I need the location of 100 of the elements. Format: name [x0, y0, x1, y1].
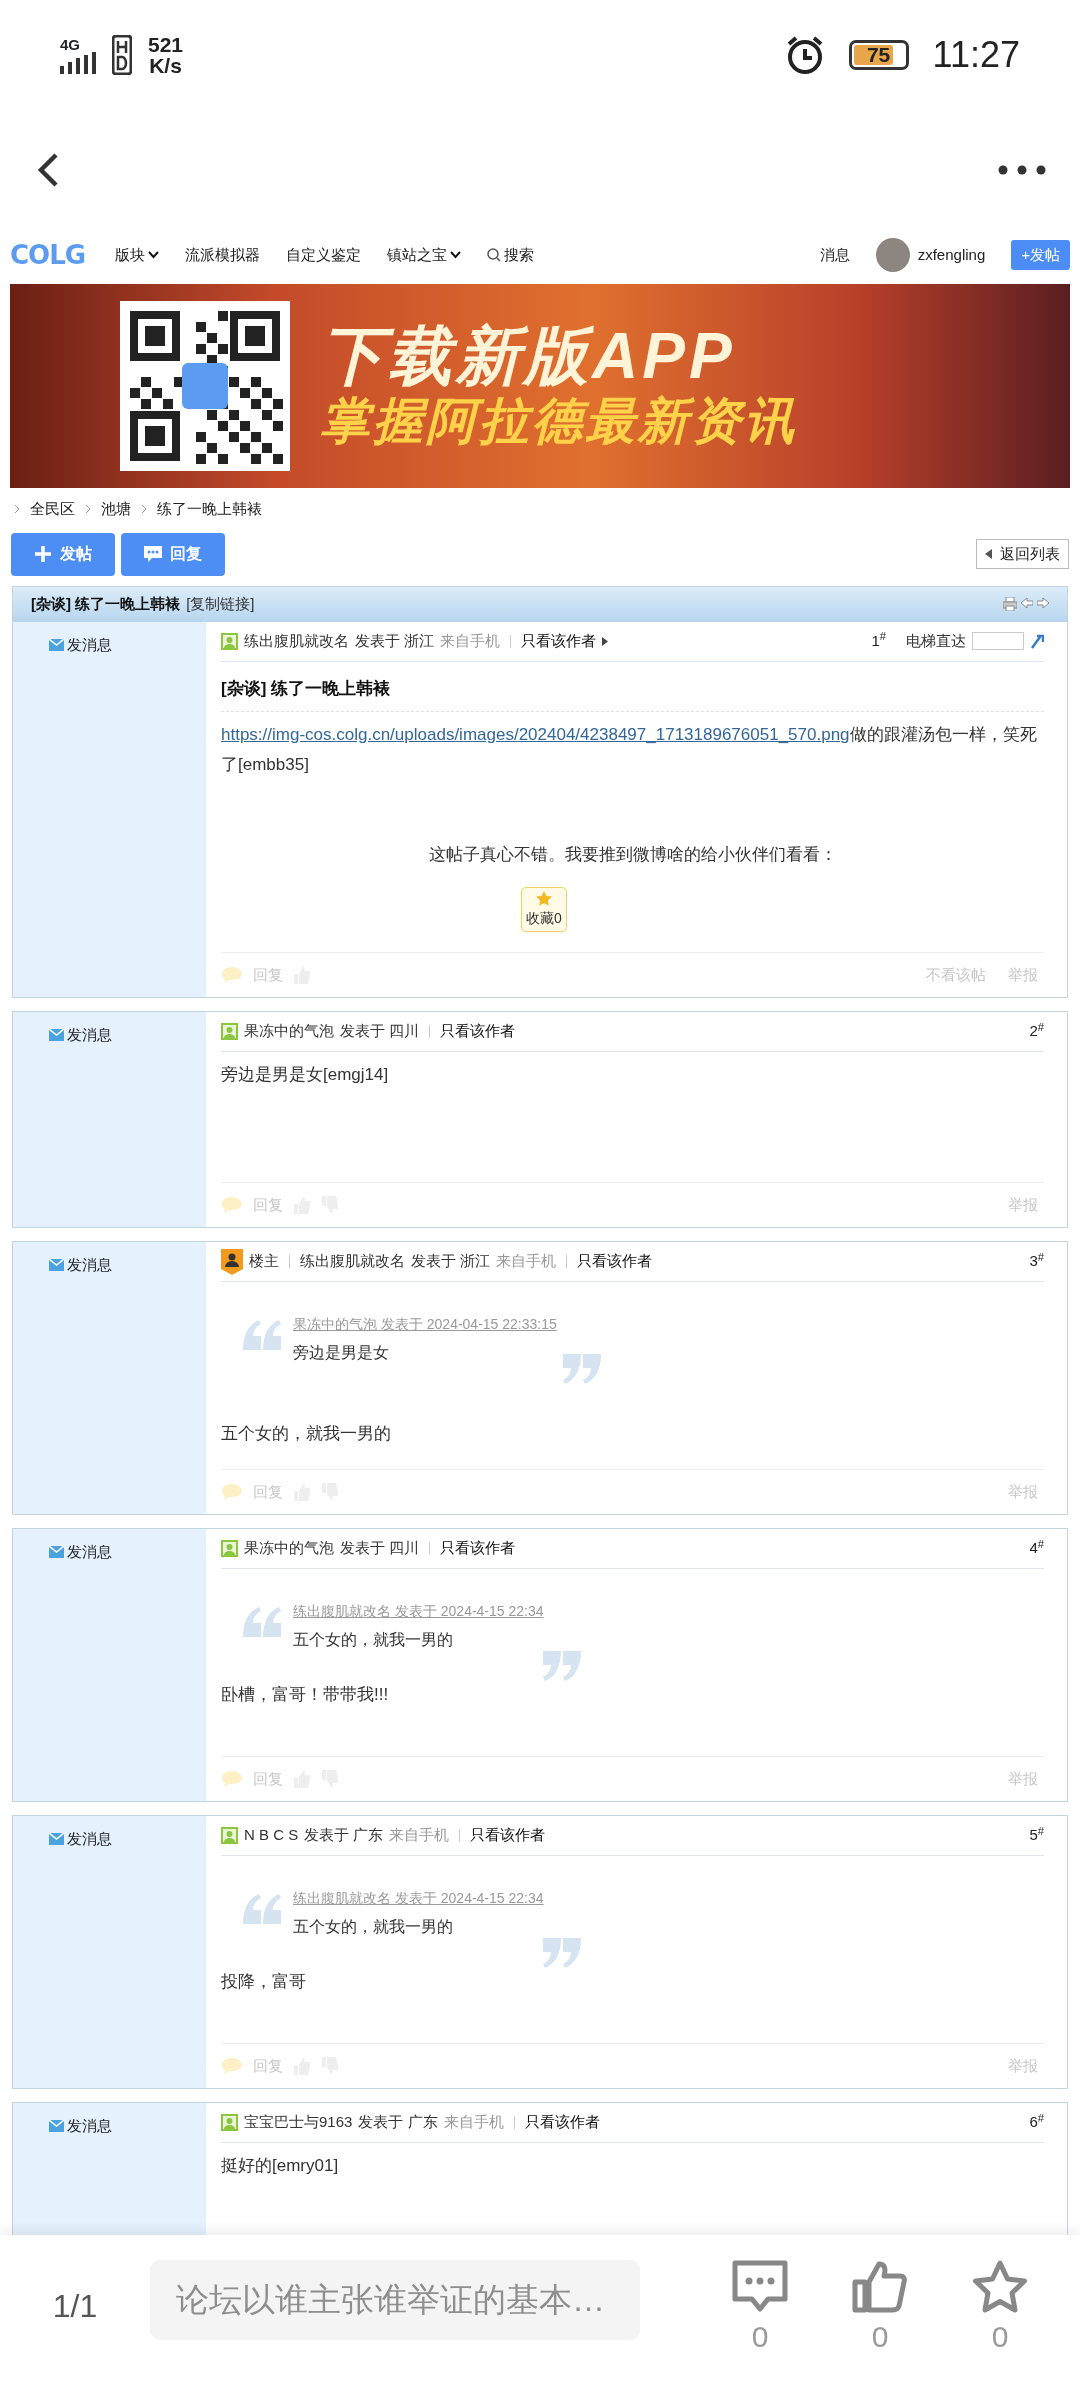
post-text: 挺好的[emry01] [221, 2155, 340, 2177]
send-message-link[interactable]: 发消息 [49, 1254, 112, 1277]
plus-icon [34, 545, 52, 563]
share-prompt: 这帖子真心不错。我要推到微博啥的给小伙伴们看看： [427, 843, 838, 866]
author-link[interactable]: N B C S [244, 1824, 299, 1847]
chevron-icon [85, 504, 91, 515]
nav-link[interactable]: 流派模拟器 [185, 243, 261, 267]
elevator-label: 电梯直达 [906, 630, 966, 651]
chat-icon [144, 546, 162, 562]
envelope-icon [49, 1833, 64, 1846]
author-link[interactable]: 练出腹肌就改名 [244, 629, 349, 653]
open-quote-icon [241, 1605, 283, 1637]
page-indicator: 1/1 [51, 2287, 99, 2326]
favorite-button[interactable]: 收藏0 [521, 887, 567, 932]
post-text: 五个女的，就我一男的 [221, 1423, 392, 1445]
quote-citation: 果冻中的气泡 发表于 2024-04-15 22:33:15 [293, 1315, 558, 1334]
username-link[interactable]: zxfengling [917, 243, 986, 267]
back-to-list-button[interactable]: 返回列表 [976, 539, 1069, 569]
envelope-icon [49, 2120, 64, 2133]
more-icon[interactable] [998, 165, 1046, 175]
floor-number: 2$^{#}$ [1029, 1020, 1044, 1042]
thumbs-up-icon[interactable] [852, 2260, 908, 2316]
only-author-link[interactable]: 只看该作者 [521, 629, 597, 653]
speech-bubble-icon [221, 1483, 243, 1501]
envelope-icon [49, 1029, 64, 1042]
hd-icon [112, 35, 132, 75]
battery-icon: 75 [848, 40, 909, 70]
post-location: 发表于 浙江 [411, 1251, 491, 1272]
author-link[interactable]: 果冻中的气泡 [244, 1020, 334, 1043]
only-author-link[interactable]: 只看该作者 [440, 1020, 516, 1043]
only-author-link[interactable]: 只看该作者 [577, 1250, 653, 1273]
post-location: 发表于 浙江 [355, 630, 435, 651]
floor-number: 6$^{#}$ [1029, 2111, 1044, 2133]
post-title: [杂谈] 练了一晚上韩裱 [221, 671, 1044, 712]
post-location: 发表于 广东 [304, 1825, 384, 1846]
floor-input[interactable] [972, 632, 1024, 650]
triangle-icon [602, 636, 609, 646]
speed-value: 521 [148, 34, 184, 55]
open-quote-icon [241, 1892, 283, 1924]
quote-citation: 练出腹肌就改名 发表于 2024-4-15 22:34 [293, 1602, 545, 1621]
only-author-link[interactable]: 只看该作者 [440, 1537, 516, 1560]
send-message-link[interactable]: 发消息 [49, 1024, 112, 1047]
breadcrumb-link[interactable]: 练了一晚上韩裱 [157, 498, 262, 521]
send-message-link[interactable]: 发消息 [49, 1828, 112, 1851]
star-icon[interactable] [972, 2260, 1028, 2316]
image-link[interactable]: https://img-cos.colg.cn/uploads/images/202404/4238497_1713189676051_570.png [221, 725, 850, 744]
speech-bubble-icon [221, 966, 243, 984]
quote-text: 五个女的，就我一男的 [293, 1630, 454, 1650]
post-source: 来自手机 [440, 630, 501, 651]
action-count: 0 [991, 2322, 1009, 2352]
envelope-icon [49, 1546, 64, 1559]
avatar[interactable] [875, 238, 910, 272]
speech-bubble-icon [221, 1196, 243, 1214]
breadcrumb-link[interactable]: 全民区 [30, 498, 75, 521]
send-message-link[interactable]: 发消息 [49, 633, 112, 656]
floor-number: 4$^{#}$ [1029, 1537, 1044, 1559]
only-author-link[interactable]: 只看该作者 [470, 1824, 546, 1847]
star-icon [534, 890, 553, 908]
go-icon[interactable] [1030, 633, 1044, 649]
action-count: 0 [751, 2322, 769, 2352]
previous-arrow-icon[interactable] [1021, 597, 1033, 609]
quote-citation: 练出腹肌就改名 发表于 2024-4-15 22:34 [293, 1889, 545, 1908]
only-author-link[interactable]: 只看该作者 [524, 2111, 600, 2134]
envelope-icon [49, 638, 64, 651]
speed-unit: K/s [148, 55, 183, 76]
post-text: 卧槽，富哥！带带我!!! [221, 1684, 390, 1706]
banner-subline: 掌握阿拉德最新资讯 [320, 392, 797, 452]
send-message-link[interactable]: 发消息 [49, 1541, 112, 1564]
post-text: 旁边是男是女[emgj14] [221, 1064, 390, 1086]
send-message-link[interactable]: 发消息 [49, 2115, 112, 2138]
post-text: 投降，富哥 [221, 1971, 307, 1993]
action-count: 0 [871, 2322, 889, 2352]
author-link[interactable]: 练出腹肌就改名 [300, 1250, 405, 1273]
messages-link[interactable]: 消息 [819, 243, 850, 267]
copy-link[interactable]: [复制链接] [186, 592, 255, 616]
floor-number: 3$^{#}$ [1029, 1250, 1044, 1272]
nav-link[interactable]: 自定义鉴定 [286, 243, 362, 267]
author-link[interactable]: 宝宝巴士与9163 [244, 2111, 353, 2134]
banner-headline: 下载新版APP [320, 320, 737, 392]
chevron-icon [141, 504, 147, 515]
comment-field[interactable]: 论坛以谁主张谁举证的基本… [150, 2260, 640, 2340]
post-source: 来自手机 [496, 1251, 557, 1272]
search-link[interactable]: 搜索 [487, 243, 535, 267]
thread-title: [杂谈] 练了一晚上韩裱 [31, 593, 181, 614]
post-location: 发表于 广东 [358, 2112, 438, 2133]
author-link[interactable]: 果冻中的气泡 [244, 1537, 334, 1560]
nav-link[interactable]: 镇站之宝 [387, 243, 462, 267]
post-source: 来自手机 [443, 2112, 504, 2133]
back-icon[interactable] [36, 152, 60, 188]
breadcrumb-link[interactable]: 池塘 [101, 498, 131, 521]
nav-link[interactable]: 版块 [115, 243, 160, 267]
floor-number: 1$^{#}$ [871, 629, 886, 651]
clock-time: 11:27 [932, 33, 1020, 77]
network-label: 4G [60, 36, 80, 52]
next-arrow-icon[interactable] [1037, 597, 1049, 609]
floor-number: 5$^{#}$ [1029, 1824, 1044, 1846]
quote-text: 旁边是男是女 [293, 1343, 390, 1363]
print-icon[interactable] [1003, 597, 1017, 611]
post-text: https://img-cos.colg.cn/uploads/images/202404/4238497_1713189676051_570.png做的跟灌汤包一样，笑死了[embb35] [221, 724, 1038, 776]
quote-text: 五个女的，就我一男的 [293, 1917, 454, 1937]
